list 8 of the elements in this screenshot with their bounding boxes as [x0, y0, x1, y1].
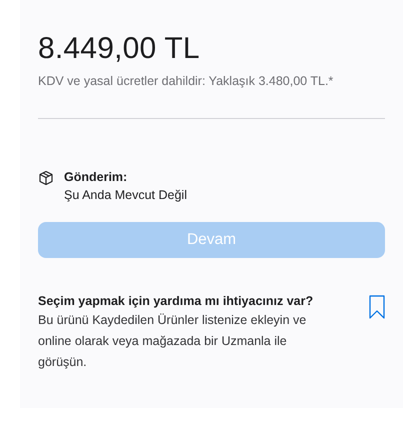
help-text: Bu ürünü Kaydedilen Ürünler listenize ekleyin ve online olarak veya mağazada bir Uzmanla ile görüşün. [38, 312, 308, 371]
help-title: Seçim yapmak için yardıma mı ihtiyacınız var? [38, 293, 314, 310]
box-icon [38, 170, 54, 186]
shipping-label: Gönderim: [64, 169, 128, 186]
shipping-status: Şu Anda Mevcut Değil [64, 187, 187, 204]
price-note: KDV ve yasal ücretler dahildir: Yaklaşık 3.480,00 TL.* [38, 74, 334, 88]
bookmark-icon[interactable] [369, 295, 385, 319]
price: 8.449,00 TL [38, 31, 201, 67]
